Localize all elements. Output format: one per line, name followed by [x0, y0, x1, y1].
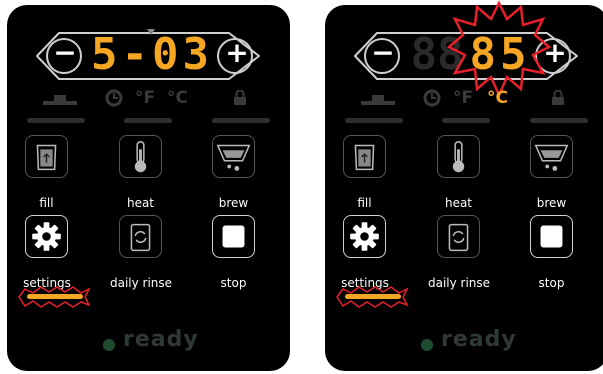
gear-icon: [350, 222, 379, 251]
brew-button[interactable]: [212, 135, 255, 178]
thermometer-icon: [134, 140, 147, 173]
ready-indicator-dot: [421, 339, 433, 351]
status-text: ready: [441, 327, 517, 352]
fill-button[interactable]: [343, 135, 386, 178]
indicator-bar-lock: [530, 118, 588, 123]
settings-button[interactable]: [25, 215, 68, 258]
fill-icon: [354, 144, 375, 171]
stop-label: stop: [220, 276, 247, 290]
settings-indicator-bar: [27, 294, 83, 299]
stop-icon: [540, 225, 563, 248]
indicator-bar-warmer: [27, 118, 85, 123]
stop-label: stop: [538, 276, 565, 290]
daily-rinse-button[interactable]: [437, 215, 480, 258]
timer-icon: [105, 89, 123, 107]
ready-indicator-dot: [103, 339, 115, 351]
daily-rinse-label: daily rinse: [109, 276, 173, 290]
rinse-icon: [448, 223, 469, 252]
thermometer-icon: [452, 140, 465, 173]
indicator-bar-warmer: [345, 118, 403, 123]
status-text: ready: [123, 327, 199, 352]
fill-icon: [36, 144, 57, 171]
minus-button[interactable]: −: [47, 36, 83, 69]
indicator-bar-timer: [124, 118, 172, 123]
fahrenheit-label[interactable]: °F: [135, 88, 155, 108]
rinse-icon: [130, 223, 151, 252]
segment-display: 5-03: [91, 29, 213, 80]
fill-label: fill: [357, 196, 372, 210]
indicator-bar-timer: [442, 118, 490, 123]
fahrenheit-label[interactable]: °F: [453, 88, 473, 108]
heat-button[interactable]: [437, 135, 480, 178]
heat-label: heat: [126, 196, 155, 210]
heat-button[interactable]: [119, 135, 162, 178]
celsius-label[interactable]: °C: [167, 88, 188, 108]
brew-icon: [216, 144, 251, 171]
lock-icon: [234, 90, 246, 105]
stop-button[interactable]: [212, 215, 255, 258]
timer-icon: [423, 89, 441, 107]
warmer-icon: [43, 95, 77, 105]
control-panel-left: − + 5-03 °F °C fill heat brew settings d…: [7, 5, 290, 371]
indicator-bar-lock: [212, 118, 270, 123]
settings-button[interactable]: [343, 215, 386, 258]
minus-button[interactable]: −: [365, 36, 401, 69]
segment-display: 85: [469, 29, 531, 80]
gear-icon: [32, 222, 61, 251]
plus-button[interactable]: +: [219, 36, 255, 69]
fill-button[interactable]: [25, 135, 68, 178]
fill-label: fill: [39, 196, 54, 210]
daily-rinse-label: daily rinse: [427, 276, 491, 290]
stop-button[interactable]: [530, 215, 573, 258]
control-panel-right: − + 88 85 °F °C fill heat brew settings …: [325, 0, 603, 371]
warmer-icon: [361, 95, 395, 105]
stop-icon: [222, 225, 245, 248]
lock-icon: [552, 90, 564, 105]
brew-label: brew: [218, 196, 249, 210]
celsius-label[interactable]: °C: [487, 88, 508, 108]
brew-button[interactable]: [530, 135, 573, 178]
settings-indicator-bar: [345, 294, 401, 299]
heat-label: heat: [444, 196, 473, 210]
daily-rinse-button[interactable]: [119, 215, 162, 258]
brew-icon: [534, 144, 569, 171]
brew-label: brew: [536, 196, 567, 210]
